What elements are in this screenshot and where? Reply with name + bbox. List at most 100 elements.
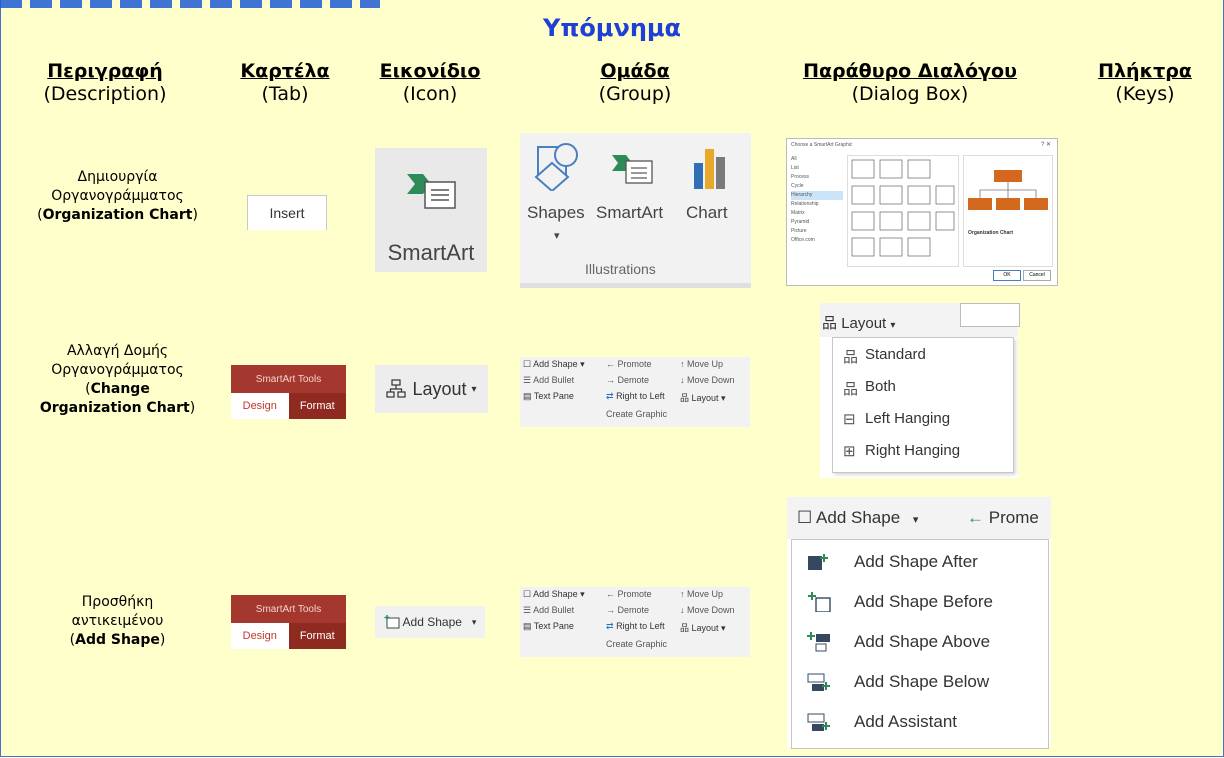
layout-icon-button[interactable]: Layout ▾ (375, 365, 488, 413)
layout-left-hanging-item[interactable]: ⊟ Left Hanging (843, 410, 1003, 434)
add-shape-below-item[interactable]: Add Shape Below (792, 668, 1048, 698)
format-tab[interactable]: Format (288, 393, 346, 419)
add-shape-above-item[interactable]: Add Shape Above (792, 628, 1048, 658)
smartart-tools-label: SmartArt Tools (231, 595, 346, 623)
add-shape-after-item[interactable]: Add Shape After (792, 548, 1048, 578)
add-assistant-icon (807, 713, 830, 731)
move-down-label: Move Down (687, 605, 735, 615)
layout-thumbnails-grid[interactable] (847, 155, 959, 267)
add-bullet-label: Add Bullet (533, 605, 575, 615)
item-label: Add Shape Above (854, 632, 991, 651)
header-keys-en: (Keys) (1115, 83, 1175, 105)
right-to-left-label: Right to Left (616, 621, 665, 631)
choose-smartart-dialog: Choose a SmartArt Graphic ? ✕ All List P… (786, 138, 1058, 286)
desc-paren: ) (189, 400, 196, 416)
design-tab[interactable]: Design (231, 393, 289, 419)
layout-button[interactable]: 品 Layout ▾ (680, 621, 726, 634)
shapes-button[interactable]: Shapes (527, 203, 585, 223)
move-up-button[interactable]: ↑ Move Up (680, 359, 723, 369)
layout-standard-item[interactable]: 品 Standard (843, 346, 1003, 370)
chevron-down-icon: ▾ (471, 616, 477, 627)
text-pane-button[interactable]: ▤ Text Pane (523, 391, 574, 402)
both-icon: 品 (843, 381, 859, 398)
add-shape-label: Add Shape (816, 508, 901, 527)
shapes-icon[interactable] (532, 143, 582, 191)
layout-button[interactable]: 品 Layout ▾ (680, 391, 726, 404)
smartart-tools-tabs: SmartArt Tools Design Format (231, 595, 346, 649)
demote-button[interactable]: → Demote (606, 605, 649, 615)
item-label: Add Shape After (854, 552, 978, 571)
thumbnail-icons (851, 159, 955, 257)
chevron-down-icon: ▾ (554, 230, 560, 242)
add-shape-before-item[interactable]: Add Shape Before (792, 588, 1048, 618)
add-assistant-item[interactable]: Add Assistant (792, 708, 1048, 738)
design-tab[interactable]: Design (231, 623, 289, 649)
item-label: Add Shape Before (854, 592, 993, 611)
desc-bold: Organization Chart (42, 207, 193, 223)
hierarchy-icon (386, 379, 407, 398)
add-shape-icon (384, 615, 400, 629)
category-item-selected[interactable]: Hierarchy (791, 191, 843, 200)
smartart-icon-button[interactable]: SmartArt (375, 148, 487, 272)
header-dialog: Παράθυρο Διαλόγου (Dialog Box) (785, 60, 1035, 106)
preview-title: Organization Chart (968, 230, 1014, 236)
layout-button[interactable]: 品 Layout ▾ (822, 312, 895, 333)
insert-tab[interactable]: Insert (247, 195, 327, 230)
layout-both-item[interactable]: 品 Both (843, 378, 1003, 402)
format-tab[interactable]: Format (288, 623, 346, 649)
cancel-button[interactable]: Cancel (1023, 270, 1051, 281)
add-bullet-button[interactable]: ☰ Add Bullet (523, 605, 574, 616)
right-to-left-button[interactable]: ⇄ Right to Left (606, 391, 665, 402)
category-item[interactable]: Pyramid (791, 218, 843, 227)
right-to-left-button[interactable]: ⇄ Right to Left (606, 621, 665, 632)
add-shape-button[interactable]: ☐ Add Shape ▾ (523, 589, 585, 600)
layout-right-hanging-item[interactable]: ⊞ Right Hanging (843, 442, 1003, 466)
header-tab-en: (Tab) (261, 83, 309, 105)
add-bullet-button[interactable]: ☰ Add Bullet (523, 375, 574, 386)
hierarchy-icon: 品 (822, 315, 838, 332)
category-item[interactable]: List (791, 164, 843, 173)
dialog-preview: Organization Chart (963, 155, 1053, 267)
category-item[interactable]: Process (791, 173, 843, 182)
header-dialog-gr: Παράθυρο Διαλόγου (803, 60, 1017, 82)
ok-button[interactable]: OK (993, 270, 1021, 281)
add-shape-after-icon (808, 554, 828, 570)
layout-ribbon-strip: 品 Layout ▾ (820, 303, 1020, 337)
layout-label: Layout (691, 623, 719, 633)
smartart-icon (407, 174, 456, 209)
category-item[interactable]: All (791, 155, 843, 164)
category-item[interactable]: Picture (791, 227, 843, 236)
category-item[interactable]: Cycle (791, 182, 843, 191)
add-shape-button[interactable]: ☐ Add Shape ▾ (797, 508, 918, 528)
promote-button[interactable]: ← Promote (606, 589, 652, 599)
category-item[interactable]: Office.com (791, 236, 843, 245)
create-graphic-group: ☐ Add Shape ▾ ☰ Add Bullet ▤ Text Pane ←… (520, 587, 750, 657)
desc-line: Προσθήκη (81, 594, 154, 610)
category-item[interactable]: Matrix (791, 209, 843, 218)
add-shape-above-icon (807, 632, 830, 652)
row-organization-chart-description: Δημιουργία Οργανογράμματος (Organization… (35, 168, 200, 225)
promote-button[interactable]: ← Promote (606, 359, 652, 369)
chart-button[interactable]: Chart (686, 203, 728, 223)
category-item[interactable]: Relationship (791, 200, 843, 209)
demote-button[interactable]: → Demote (606, 375, 649, 385)
header-group: Ομάδα (Group) (560, 60, 710, 106)
add-shape-ribbon-strip: ☐ Add Shape ▾ ← Prome (787, 497, 1051, 539)
header-description: Περιγραφή (Description) (30, 60, 180, 106)
header-dialog-en: (Dialog Box) (851, 83, 969, 105)
add-shape-button[interactable]: ☐ Add Shape ▾ (523, 359, 585, 370)
smartart-button[interactable]: SmartArt (596, 203, 663, 223)
demote-label: Demote (617, 605, 650, 615)
add-shape-icon-button[interactable]: Add Shape ▾ (375, 606, 485, 638)
text-pane-button[interactable]: ▤ Text Pane (523, 621, 574, 632)
move-down-button[interactable]: ↓ Move Down (680, 375, 735, 385)
dialog-category-list: All List Process Cycle Hierarchy Relatio… (791, 155, 843, 245)
demote-label: Demote (617, 375, 650, 385)
move-up-button[interactable]: ↑ Move Up (680, 589, 723, 599)
close-icon[interactable]: ? ✕ (1041, 141, 1051, 148)
header-tab: Καρτέλα (Tab) (225, 60, 345, 106)
promote-button[interactable]: ← Prome (967, 508, 1039, 528)
desc-line: Δημιουργία (77, 169, 158, 185)
move-down-button[interactable]: ↓ Move Down (680, 605, 735, 615)
desc-paren: ) (192, 207, 198, 223)
